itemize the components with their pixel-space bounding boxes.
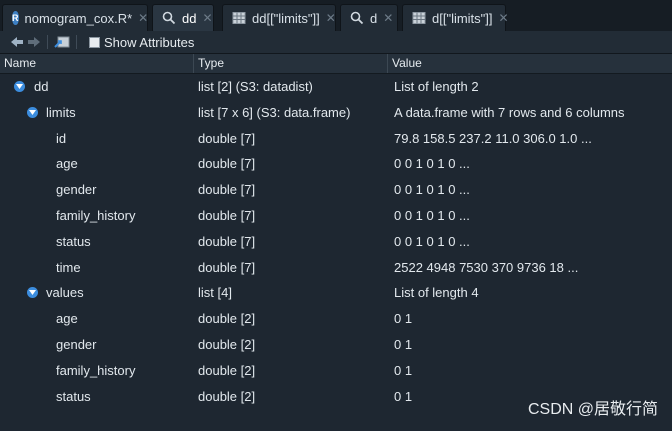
show-attributes-label[interactable]: Show Attributes: [104, 35, 194, 50]
row-type: list [2] (S3: datadist): [198, 79, 313, 94]
forward-arrow-icon[interactable]: [27, 33, 41, 51]
row-name: dd: [34, 79, 49, 94]
row-type: double [7]: [198, 182, 256, 198]
row-value: 0 0 1 0 1 0 ...: [394, 207, 470, 223]
row-type: list [7 x 6] (S3: data.frame): [198, 104, 351, 120]
object-tree: dd list [2] (S3: datadist) List of lengt…: [0, 74, 672, 409]
tab-label: d[["limits"]]: [432, 10, 493, 26]
table-icon: [412, 12, 426, 24]
tree-row-values-age[interactable]: age double [2] 0 1: [0, 306, 672, 332]
row-type: double [2]: [198, 388, 256, 404]
tree-row-limits-id[interactable]: id double [7] 79.8 158.5 237.2 11.0 306.…: [0, 126, 672, 152]
tree-row-limits[interactable]: limits list [7 x 6] (S3: data.frame) A d…: [0, 100, 672, 126]
row-value: List of length 2: [394, 79, 479, 94]
watermark: CSDN @居敬行简: [527, 401, 658, 418]
row-value: A data.frame with 7 rows and 6 columns: [394, 104, 625, 120]
tree-row-limits-status[interactable]: status double [7] 0 0 1 0 1 0 ...: [0, 229, 672, 255]
tab-d-limits[interactable]: d[["limits"]] ✕: [402, 4, 509, 31]
row-type: double [7]: [198, 207, 256, 223]
tab-label: dd: [182, 10, 197, 26]
tab-dd-limits[interactable]: dd[["limits"]] ✕: [222, 4, 336, 31]
tree-row-values-gender[interactable]: gender double [2] 0 1: [0, 332, 672, 358]
show-attributes-checkbox[interactable]: [89, 36, 100, 48]
toolbar-divider: [76, 35, 77, 49]
tab-nomogram-cox[interactable]: R nomogram_cox.R* ✕: [2, 4, 148, 31]
row-value: 0 1: [394, 311, 413, 327]
row-type: double [2]: [198, 311, 256, 327]
row-value: 0 0 1 0 1 0 ...: [394, 156, 470, 172]
magnifier-icon: [350, 11, 364, 25]
table-icon: [232, 12, 246, 24]
tab-d[interactable]: d ✕: [340, 4, 398, 31]
row-type: double [7]: [198, 130, 256, 146]
row-type: double [7]: [198, 156, 256, 172]
row-value: 79.8 158.5 237.2 11.0 306.0 1.0 ...: [394, 130, 592, 146]
row-value: List of length 4: [394, 285, 479, 301]
tab-label: nomogram_cox.R*: [24, 10, 133, 26]
tree-row-values-family-history[interactable]: family_history double [2] 0 1: [0, 358, 672, 384]
column-header-value[interactable]: Value: [388, 54, 672, 73]
close-icon[interactable]: ✕: [383, 11, 393, 25]
row-type: double [2]: [198, 362, 256, 378]
row-value: 0 1: [394, 362, 413, 378]
row-value: 0 0 1 0 1 0 ...: [394, 182, 470, 198]
close-icon[interactable]: ✕: [326, 11, 336, 25]
tab-label: dd[["limits"]]: [252, 10, 320, 26]
row-type: double [7]: [198, 233, 256, 249]
tree-row-limits-time[interactable]: time double [7] 2522 4948 7530 370 9736 …: [0, 255, 672, 281]
tree-row-values[interactable]: values list [4] List of length 4: [0, 280, 672, 306]
tree-row-limits-family-history[interactable]: family_history double [7] 0 0 1 0 1 0 ..…: [0, 203, 672, 229]
row-value: 0 1: [394, 336, 413, 352]
toolbar-divider: [47, 35, 48, 49]
show-in-new-window-icon[interactable]: [54, 33, 70, 51]
tree-row-dd[interactable]: dd list [2] (S3: datadist) List of lengt…: [0, 74, 672, 100]
row-type: list [4]: [198, 285, 232, 301]
source-tab-bar: R nomogram_cox.R* ✕ dd ✕ dd[["limits"]] …: [0, 0, 672, 32]
back-arrow-icon[interactable]: [10, 33, 24, 51]
row-type: double [7]: [198, 259, 256, 275]
table-header: Name Type Value: [0, 54, 672, 74]
tab-label: d: [370, 10, 378, 26]
tree-row-limits-age[interactable]: age double [7] 0 0 1 0 1 0 ...: [0, 151, 672, 177]
tree-row-limits-gender[interactable]: gender double [7] 0 0 1 0 1 0 ...: [0, 177, 672, 203]
row-value: 0 0 1 0 1 0 ...: [394, 233, 470, 249]
viewer-toolbar: Show Attributes: [0, 31, 672, 54]
magnifier-icon: [162, 11, 176, 25]
close-icon[interactable]: ✕: [138, 11, 148, 25]
close-icon[interactable]: ✕: [202, 11, 212, 25]
tab-dd[interactable]: dd ✕: [152, 4, 214, 31]
close-icon[interactable]: ✕: [499, 11, 509, 25]
row-value: 2522 4948 7530 370 9736 18 ...: [394, 259, 579, 275]
column-header-type[interactable]: Type: [194, 54, 388, 73]
r-file-icon: R: [12, 11, 19, 25]
row-type: double [2]: [198, 336, 256, 352]
column-header-name[interactable]: Name: [0, 54, 194, 73]
